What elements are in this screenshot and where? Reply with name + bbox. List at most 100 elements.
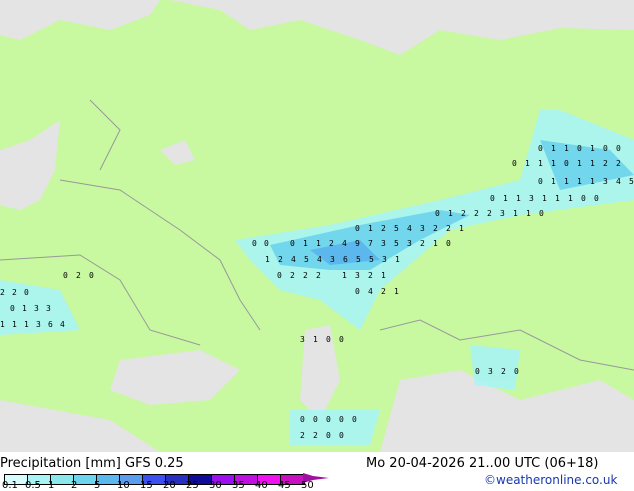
- precip-value-label: 4: [60, 320, 65, 329]
- precip-value-label: 1: [22, 304, 27, 313]
- precip-value-label: 2: [446, 224, 451, 233]
- precip-value-label: 2: [616, 159, 621, 168]
- precip-value-label: 1: [538, 159, 543, 168]
- precip-value-label: 2: [329, 239, 334, 248]
- precip-value-label: 4: [342, 239, 347, 248]
- precip-value-label: 0: [339, 431, 344, 440]
- precip-value-label: 1: [590, 159, 595, 168]
- precip-value-label: 2: [381, 224, 386, 233]
- precip-value-label: 1: [303, 239, 308, 248]
- legend-tick: 2: [71, 480, 78, 491]
- precip-value-label: 1: [24, 320, 29, 329]
- precip-value-label: 2: [381, 287, 386, 296]
- precip-value-label: 0: [435, 209, 440, 218]
- legend-tick: 45: [278, 480, 291, 491]
- precip-value-label: 0: [594, 194, 599, 203]
- precip-value-label: 1: [316, 239, 321, 248]
- precip-value-label: 4: [291, 255, 296, 264]
- precip-value-label: 5: [394, 239, 399, 248]
- precip-value-label: 4: [317, 255, 322, 264]
- precip-value-label: 0: [326, 335, 331, 344]
- precip-value-label: 3: [34, 304, 39, 313]
- legend-tick: 5: [94, 480, 101, 491]
- legend-tick: 30: [209, 480, 222, 491]
- precip-value-label: 3: [488, 367, 493, 376]
- credit-link[interactable]: ©weatheronline.co.uk: [484, 473, 617, 487]
- precip-value-label: 1: [265, 255, 270, 264]
- precip-value-label: 2: [300, 431, 305, 440]
- legend-tick: 10: [117, 480, 130, 491]
- precip-value-label: 0: [512, 159, 517, 168]
- precip-value-label: 7: [368, 239, 373, 248]
- precip-value-label: 5: [304, 255, 309, 264]
- precip-value-label: 1: [513, 209, 518, 218]
- legend-tick: 0.1: [2, 480, 18, 491]
- precip-value-label: 0: [339, 415, 344, 424]
- precip-value-label: 0: [538, 177, 543, 186]
- precip-value-label: 1: [526, 209, 531, 218]
- precip-value-label: 2: [76, 271, 81, 280]
- precip-value-label: 0: [339, 335, 344, 344]
- precip-value-label: 1: [503, 194, 508, 203]
- precip-value-label: 0: [352, 415, 357, 424]
- precip-value-label: 1: [564, 144, 569, 153]
- precip-value-label: 0: [355, 287, 360, 296]
- precip-value-label: 0: [89, 271, 94, 280]
- legend-tick: 35: [232, 480, 245, 491]
- map-title: Precipitation [mm] GFS 0.25: [0, 456, 184, 471]
- precip-value-label: 0: [10, 304, 15, 313]
- precip-value-label: 0: [446, 239, 451, 248]
- precip-value-label: 0: [603, 144, 608, 153]
- precip-value-label: 3: [300, 335, 305, 344]
- precip-value-label: 2: [12, 288, 17, 297]
- precip-value-label: 1: [0, 320, 5, 329]
- precip-value-label: 1: [448, 209, 453, 218]
- legend-tick: 1: [48, 480, 55, 491]
- legend-tick: 20: [163, 480, 176, 491]
- precip-value-label: 2: [303, 271, 308, 280]
- precip-value-label: 0: [252, 239, 257, 248]
- precip-value-label: 2: [461, 209, 466, 218]
- precip-value-label: 0: [313, 415, 318, 424]
- precip-value-label: 1: [542, 194, 547, 203]
- precip-value-label: 5: [356, 255, 361, 264]
- legend-tick: 40: [255, 480, 268, 491]
- precip-value-label: 4: [616, 177, 621, 186]
- precip-value-label: 0: [514, 367, 519, 376]
- precip-value-label: 1: [551, 144, 556, 153]
- precip-value-label: 1: [394, 287, 399, 296]
- precip-value-label: 2: [0, 288, 5, 297]
- precip-value-label: 1: [433, 239, 438, 248]
- precip-value-label: 0: [581, 194, 586, 203]
- precip-value-label: 1: [313, 335, 318, 344]
- precip-value-label: 2: [313, 431, 318, 440]
- precip-value-label: 0: [490, 194, 495, 203]
- precip-value-label: 3: [355, 271, 360, 280]
- precip-value-label: 1: [368, 224, 373, 233]
- precip-value-label: 0: [326, 415, 331, 424]
- precip-value-label: 5: [629, 177, 634, 186]
- legend-tick: 15: [140, 480, 153, 491]
- precip-value-label: 2: [603, 159, 608, 168]
- precip-value-label: 1: [577, 177, 582, 186]
- legend-tick: 50: [301, 480, 314, 491]
- precip-value-label: 0: [539, 209, 544, 218]
- precip-value-label: 2: [433, 224, 438, 233]
- precip-value-label: 0: [475, 367, 480, 376]
- precip-value-label: 0: [326, 431, 331, 440]
- precip-value-label: 3: [500, 209, 505, 218]
- precip-value-label: 1: [564, 177, 569, 186]
- precip-value-label: 5: [394, 224, 399, 233]
- precip-value-label: 2: [474, 209, 479, 218]
- precip-value-label: 3: [46, 304, 51, 313]
- precip-value-label: 3: [330, 255, 335, 264]
- precip-value-label: 1: [551, 159, 556, 168]
- precip-value-label: 3: [382, 255, 387, 264]
- precip-value-label: 3: [36, 320, 41, 329]
- precip-value-label: 9: [355, 239, 360, 248]
- legend-tick: 25: [186, 480, 199, 491]
- precip-value-label: 2: [487, 209, 492, 218]
- precip-value-label: 1: [342, 271, 347, 280]
- precip-value-label: 1: [525, 159, 530, 168]
- precip-value-label: 0: [264, 239, 269, 248]
